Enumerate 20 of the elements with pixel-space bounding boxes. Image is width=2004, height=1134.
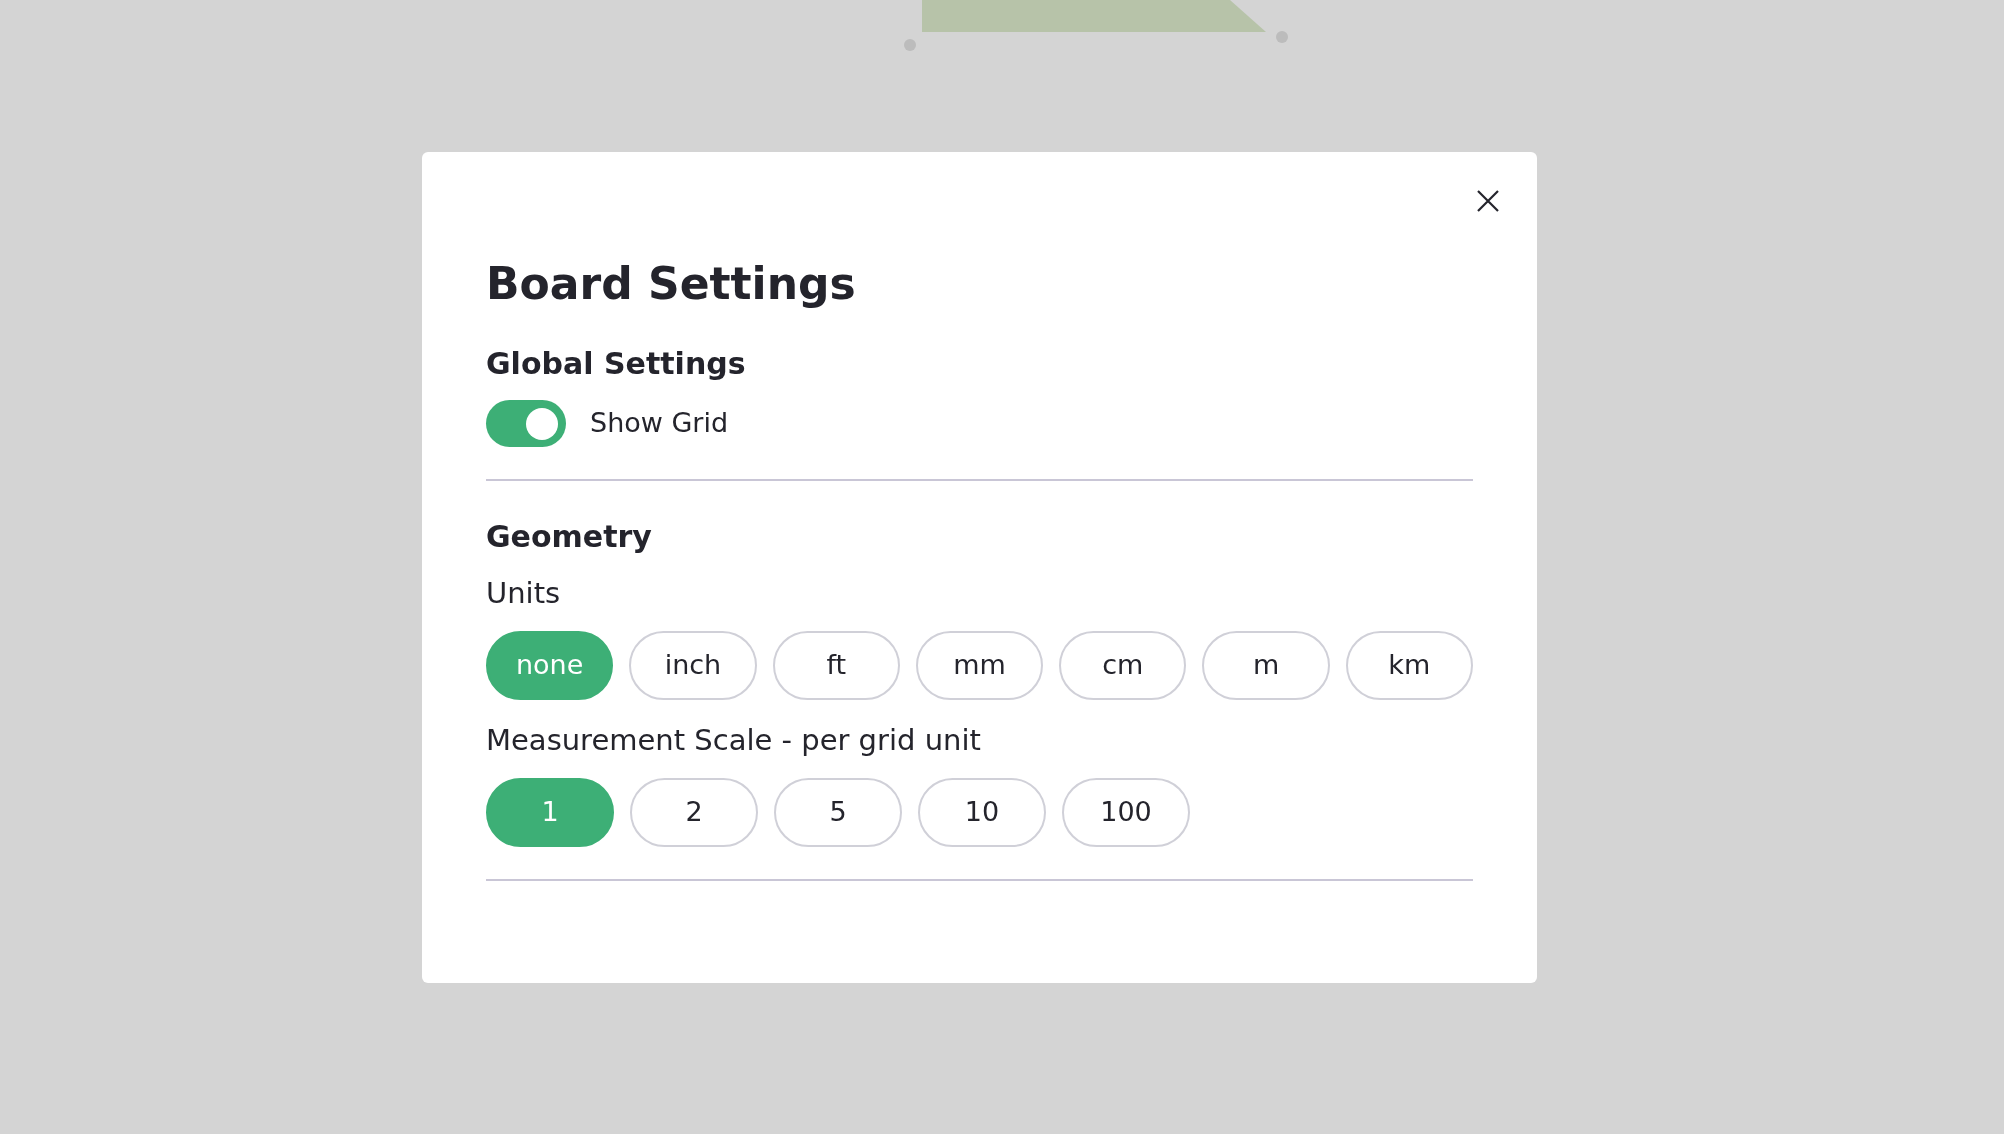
option-button[interactable]: inch	[629, 631, 757, 700]
group-label: Units	[486, 575, 562, 612]
option-button[interactable]: 2	[630, 778, 758, 847]
option-button[interactable]: ft	[772, 631, 900, 700]
toggle-label: Show Grid	[590, 406, 729, 441]
group-label: Measurement Scale - per grid unit	[486, 722, 982, 759]
option-button[interactable]: 10	[918, 778, 1046, 847]
toggle-switch[interactable]	[486, 400, 566, 447]
vertex-dot	[1276, 31, 1288, 43]
vertex-dot	[904, 39, 916, 51]
dialog-title: Board Settings	[486, 257, 857, 311]
close-icon[interactable]	[1477, 190, 1499, 212]
option-button[interactable]: cm	[1059, 631, 1187, 700]
section-heading: Geometry	[486, 518, 653, 556]
section-heading: Global Settings	[486, 345, 747, 383]
option-button[interactable]: 5	[774, 778, 902, 847]
option-button[interactable]: mm	[915, 631, 1044, 700]
option-button[interactable]: m	[1202, 631, 1330, 700]
option-button[interactable]: km	[1345, 631, 1473, 700]
option-button[interactable]: 100	[1062, 778, 1190, 847]
